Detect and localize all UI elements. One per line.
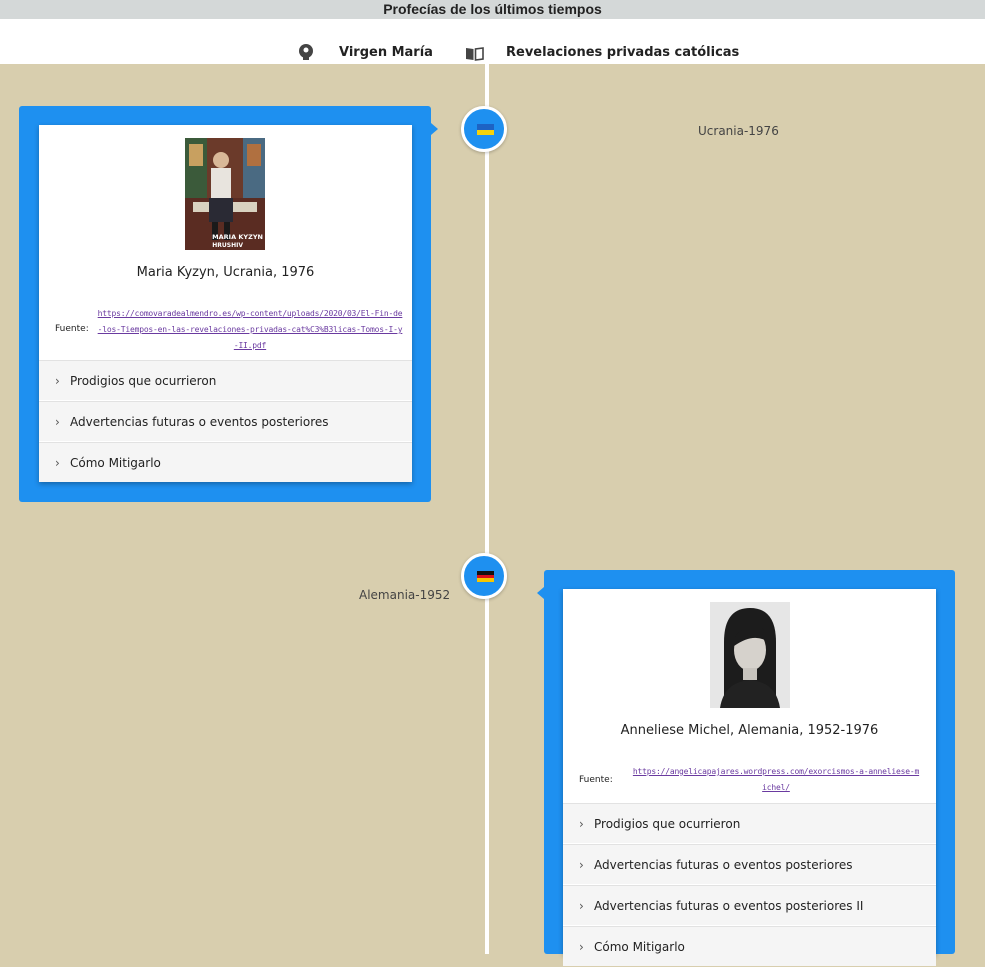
source-link[interactable]: https://comovaradealmendro.es/wp-content… <box>96 306 404 354</box>
section-label: Cómo Mitigarlo <box>594 940 685 954</box>
category-header: Virgen María Revelaciones privadas catól… <box>0 19 985 64</box>
ukraine-flag-icon <box>477 124 494 135</box>
section-label: Cómo Mitigarlo <box>70 456 161 470</box>
page-title: Profecías de los últimos tiempos <box>0 0 985 19</box>
section-advertencias-ii[interactable]: › Advertencias futuras o eventos posteri… <box>563 885 936 925</box>
event-title: Maria Kyzyn, Ucrania, 1976 <box>136 265 315 280</box>
section-label: Prodigios que ocurrieron <box>594 817 741 831</box>
book-icon <box>465 46 484 65</box>
source-label: Fuente: <box>579 775 613 785</box>
lightbulb-icon <box>298 44 314 65</box>
section-advertencias[interactable]: › Advertencias futuras o eventos posteri… <box>563 844 936 884</box>
event-photo: MARIA KYZYN HRUSHIV <box>185 138 265 250</box>
section-label: Prodigios que ocurrieron <box>70 374 217 388</box>
event-photo <box>710 602 790 708</box>
chevron-right-icon: › <box>579 940 584 954</box>
section-label: Advertencias futuras o eventos posterior… <box>594 899 864 913</box>
timeline-line <box>485 64 489 954</box>
section-mitigarlo[interactable]: › Cómo Mitigarlo <box>39 442 412 482</box>
card-pointer <box>537 587 544 599</box>
source-link[interactable]: https://angelicapajares.wordpress.com/ex… <box>631 764 921 796</box>
event-date-label: Ucrania-1976 <box>698 124 779 138</box>
svg-text:HRUSHIV: HRUSHIV <box>212 242 243 249</box>
card-pointer <box>431 123 438 135</box>
timeline-node-ukraine[interactable] <box>461 106 507 152</box>
section-mitigarlo[interactable]: › Cómo Mitigarlo <box>563 926 936 966</box>
section-advertencias[interactable]: › Advertencias futuras o eventos posteri… <box>39 401 412 441</box>
event-card: MARIA KYZYN HRUSHIV Maria Kyzyn, Ucrania… <box>39 125 412 482</box>
chevron-right-icon: › <box>55 415 60 429</box>
category-revelaciones[interactable]: Revelaciones privadas católicas <box>506 43 739 63</box>
source-label: Fuente: <box>55 324 89 334</box>
timeline-node-germany[interactable] <box>461 553 507 599</box>
chevron-right-icon: › <box>55 456 60 470</box>
event-card: Anneliese Michel, Alemania, 1952-1976 Fu… <box>563 589 936 966</box>
chevron-right-icon: › <box>55 374 60 388</box>
section-label: Advertencias futuras o eventos posterior… <box>594 858 853 872</box>
event-date-label: Alemania-1952 <box>359 588 451 602</box>
svg-text:MARIA KYZYN: MARIA KYZYN <box>212 233 263 241</box>
chevron-right-icon: › <box>579 858 584 872</box>
category-virgen-maria[interactable]: Virgen María <box>339 43 433 63</box>
section-prodigios[interactable]: › Prodigios que ocurrieron <box>39 360 412 400</box>
chevron-right-icon: › <box>579 817 584 831</box>
event-title: Anneliese Michel, Alemania, 1952-1976 <box>620 723 879 738</box>
section-label: Advertencias futuras o eventos posterior… <box>70 415 329 429</box>
section-prodigios[interactable]: › Prodigios que ocurrieron <box>563 803 936 843</box>
chevron-right-icon: › <box>579 899 584 913</box>
germany-flag-icon <box>477 571 494 582</box>
